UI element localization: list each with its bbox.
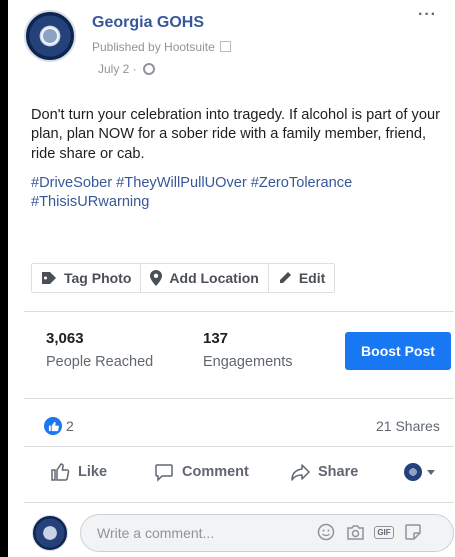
comment-button[interactable]: Comment [154, 462, 249, 482]
published-by-text: Published by Hootsuite [92, 40, 215, 54]
tag-icon [42, 272, 56, 284]
like-button[interactable]: Like [50, 462, 107, 482]
tag-photo-label: Tag Photo [64, 270, 132, 286]
divider [24, 311, 454, 312]
engagements-label: Engagements [203, 354, 293, 370]
post-date-text: July 2 · [98, 62, 137, 76]
post-as-selector[interactable] [404, 463, 435, 481]
share-label: Share [318, 464, 359, 480]
divider [24, 446, 454, 447]
page-avatar[interactable] [24, 10, 76, 62]
engagements-value: 137 [203, 330, 229, 347]
like-reaction-icon[interactable] [44, 417, 62, 435]
people-reached-label: People Reached [46, 354, 154, 370]
divider [24, 502, 454, 503]
edit-label: Edit [298, 270, 326, 286]
share-button[interactable]: Share [290, 462, 358, 482]
thumbs-up-icon [51, 463, 70, 481]
comment-tools: GIF [316, 522, 423, 542]
boost-post-button[interactable]: Boost Post [345, 332, 451, 370]
post-message: Don't turn your celebration into tragedy… [31, 107, 440, 162]
people-reached-value: 3,063 [46, 330, 84, 347]
camera-icon[interactable] [345, 522, 365, 542]
location-pin-icon [150, 270, 163, 286]
commenter-avatar[interactable] [32, 515, 68, 551]
globe-icon [142, 63, 155, 75]
divider [24, 398, 454, 399]
published-by: Published by Hootsuite [92, 40, 231, 54]
shares-count[interactable]: 21 Shares [376, 418, 440, 434]
page-mini-avatar [404, 463, 422, 481]
post-card: Georgia GOHS Published by Hootsuite July… [8, 0, 455, 557]
chevron-down-icon [427, 469, 435, 475]
comment-label: Comment [182, 464, 249, 480]
more-options-icon[interactable]: ··· [418, 6, 437, 24]
reaction-count[interactable]: 2 [66, 418, 74, 434]
post-hashtags[interactable]: #DriveSober #TheyWillPullUOver #ZeroTole… [31, 174, 441, 213]
like-label: Like [78, 464, 108, 480]
share-arrow-icon [291, 464, 310, 481]
edit-button[interactable]: Edit [269, 264, 334, 292]
sticker-icon[interactable] [403, 522, 423, 542]
emoji-icon[interactable] [316, 522, 336, 542]
tag-photo-button[interactable]: Tag Photo [32, 264, 142, 292]
pencil-icon [279, 272, 291, 283]
add-location-label: Add Location [169, 270, 259, 286]
photo-action-bar: Tag Photo Add Location Edit [31, 263, 336, 293]
comment-bubble-icon [155, 464, 173, 482]
post-date[interactable]: July 2 · [98, 62, 155, 76]
hootsuite-icon [219, 41, 231, 52]
add-location-button[interactable]: Add Location [141, 264, 269, 292]
gif-icon[interactable]: GIF [374, 522, 394, 542]
page-name-link[interactable]: Georgia GOHS [92, 14, 204, 32]
